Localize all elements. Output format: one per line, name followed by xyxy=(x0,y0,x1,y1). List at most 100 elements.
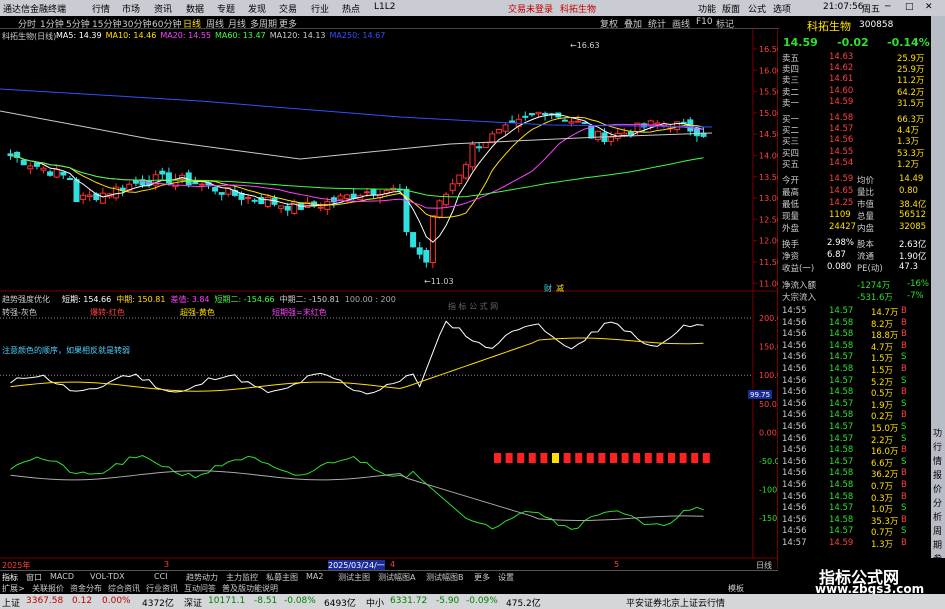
signal-bar xyxy=(691,453,699,463)
extension-tab[interactable]: 普及版功能说明 xyxy=(222,583,278,594)
tick-row-cell: 14.58 xyxy=(829,514,854,525)
candle-body xyxy=(495,129,502,134)
tick-row-cell: 14.57 xyxy=(829,306,854,316)
menu-function[interactable]: 功能 xyxy=(698,2,716,15)
maximize-icon[interactable]: □ xyxy=(905,2,914,12)
signal-bar xyxy=(679,453,687,463)
candle-body xyxy=(33,162,40,167)
stat-row-cell: 24427 xyxy=(829,222,857,232)
signal-bar xyxy=(528,453,536,463)
indicator-tab[interactable]: MA2 xyxy=(306,572,323,581)
stock-tab[interactable]: 科拓生物 xyxy=(560,2,596,15)
menu-layout[interactable]: 版面 xyxy=(722,2,740,15)
template-button[interactable]: 模板 xyxy=(728,583,744,594)
ma-label: MA120: 14.13 xyxy=(269,31,326,40)
tick-row-cell: 14.7万 xyxy=(871,308,899,318)
menu-market[interactable]: 行情 xyxy=(92,2,110,15)
candle-body xyxy=(218,192,225,195)
tick-row-cell: 14.58 xyxy=(829,468,854,479)
menu-formula[interactable]: 公式 xyxy=(748,2,766,15)
extension-tab[interactable]: 资金分布 xyxy=(70,583,102,594)
extension-tab[interactable]: 综合资讯 xyxy=(108,583,140,594)
side-button[interactable]: 期 xyxy=(933,538,942,551)
minimize-icon[interactable]: ─ xyxy=(885,2,890,12)
tick-row-cell: 14.58 xyxy=(829,317,854,328)
badge-finance[interactable]: 财 xyxy=(544,283,552,293)
last-price: 14.59 xyxy=(783,36,818,49)
ask-row: 卖三 14.61 11.2万 xyxy=(779,74,931,86)
stat-row-cell: 14.59 xyxy=(829,174,854,184)
menu-l1l2[interactable]: L1L2 xyxy=(374,2,395,12)
tick-row-cell: 14:56 xyxy=(782,317,807,328)
candle-body xyxy=(20,159,27,166)
signal-bar xyxy=(656,453,664,463)
menu-exchange[interactable]: 市场 xyxy=(122,2,140,15)
menu-discover[interactable]: 发现 xyxy=(248,2,266,15)
tick-row-cell: 14:56 xyxy=(782,352,807,363)
stat-row-cell: 外盘 xyxy=(782,224,800,234)
menu-topic[interactable]: 专题 xyxy=(217,2,235,15)
ask-row-cell: 卖二 xyxy=(782,87,800,98)
indicator-name: 趋势强度优化 xyxy=(2,295,50,304)
candle-body xyxy=(482,142,489,149)
candle-body xyxy=(370,189,377,196)
price-tick-label: 12.50 xyxy=(759,215,778,224)
tick-row-cell: B xyxy=(901,387,907,398)
indicator-tab[interactable]: CCI xyxy=(154,572,168,581)
menu-options[interactable]: 选项 xyxy=(773,2,791,15)
side-button[interactable]: 功 xyxy=(933,426,942,439)
candle-body xyxy=(410,232,417,248)
menu-news[interactable]: 资讯 xyxy=(154,2,172,15)
bid-row-cell: 14.54 xyxy=(829,157,854,168)
indicator-tick-label: 50.0 xyxy=(759,400,777,409)
tick-row-cell: S xyxy=(901,526,907,537)
badge-reduce[interactable]: 减 xyxy=(556,283,564,293)
stat2-row-cell: 1.90亿 xyxy=(899,252,927,262)
ask-row-cell: 卖一 xyxy=(782,98,800,109)
menu-industry[interactable]: 行业 xyxy=(311,2,329,15)
tick-row-cell: 14:56 xyxy=(782,387,807,398)
extension-tab[interactable]: 关联报价 xyxy=(32,583,64,594)
side-button[interactable]: 周 xyxy=(933,524,942,537)
ask-row-cell: 卖四 xyxy=(782,65,800,76)
tick-row-cell: 14:56 xyxy=(782,445,807,456)
bid-row: 买五 14.54 1.2万 xyxy=(779,157,931,170)
chart-area[interactable]: 16.50 16.00 15.50 15.00 14.50 14.00 13.50 13.00… xyxy=(0,29,778,571)
side-button[interactable]: 析 xyxy=(933,510,942,523)
side-button[interactable]: 报 xyxy=(933,468,942,481)
indicator-tick-label: -50.0 xyxy=(759,457,778,466)
trade-login[interactable]: 交易未登录 xyxy=(508,2,553,15)
toolbar-f10[interactable]: F10 xyxy=(696,17,713,27)
menu-hot[interactable]: 热点 xyxy=(342,2,360,15)
clock: 21:07:56 xyxy=(823,2,864,12)
tick-row: 14:56 14.58 8.2万 B xyxy=(779,317,931,330)
flow-row-cell: -531.6万 xyxy=(857,293,893,303)
indicator-values: 短期: 154.66 中期: 150.81 差值: 3.84 短期二: -154.66… xyxy=(62,294,401,305)
menu-trade[interactable]: 交易 xyxy=(279,2,297,15)
price-tick-label: 12.00 xyxy=(759,237,778,246)
index-pct: -0.09% xyxy=(466,596,498,606)
extension-tab[interactable]: 行业资讯 xyxy=(146,583,178,594)
side-button[interactable]: 行 xyxy=(933,440,942,453)
side-button[interactable]: 分 xyxy=(933,496,942,509)
indicator-tab[interactable]: MACD xyxy=(50,572,74,581)
tick-row-cell: 35.3万 xyxy=(871,516,899,527)
low-price-label: ←11.03 xyxy=(424,277,454,286)
stat2-row-cell: 净资 xyxy=(782,252,800,262)
close-icon[interactable]: ✕ xyxy=(925,2,933,12)
indicator-tab[interactable]: VOL-TDX xyxy=(90,572,125,581)
indicator-tick-label: -150.0 xyxy=(759,514,778,523)
candle-body xyxy=(654,122,661,125)
stat-row-cell: 内盘 xyxy=(857,224,875,234)
tick-row: 14:56 14.58 18.8万 B xyxy=(779,329,931,341)
price-tick-label: 15.00 xyxy=(759,109,778,118)
side-button[interactable]: 价 xyxy=(933,482,942,495)
bid-row-cell: 1.2万 xyxy=(897,159,920,170)
side-button[interactable]: 情 xyxy=(933,454,942,467)
index-name: 深证 xyxy=(184,599,203,609)
stat-row-cell: 14.65 xyxy=(829,186,854,196)
menu-data[interactable]: 数据 xyxy=(186,2,204,15)
extension-tab[interactable]: 互动问答 xyxy=(184,583,216,594)
extension-tab[interactable]: 扩展> xyxy=(2,583,25,594)
signal-bar xyxy=(517,453,525,463)
